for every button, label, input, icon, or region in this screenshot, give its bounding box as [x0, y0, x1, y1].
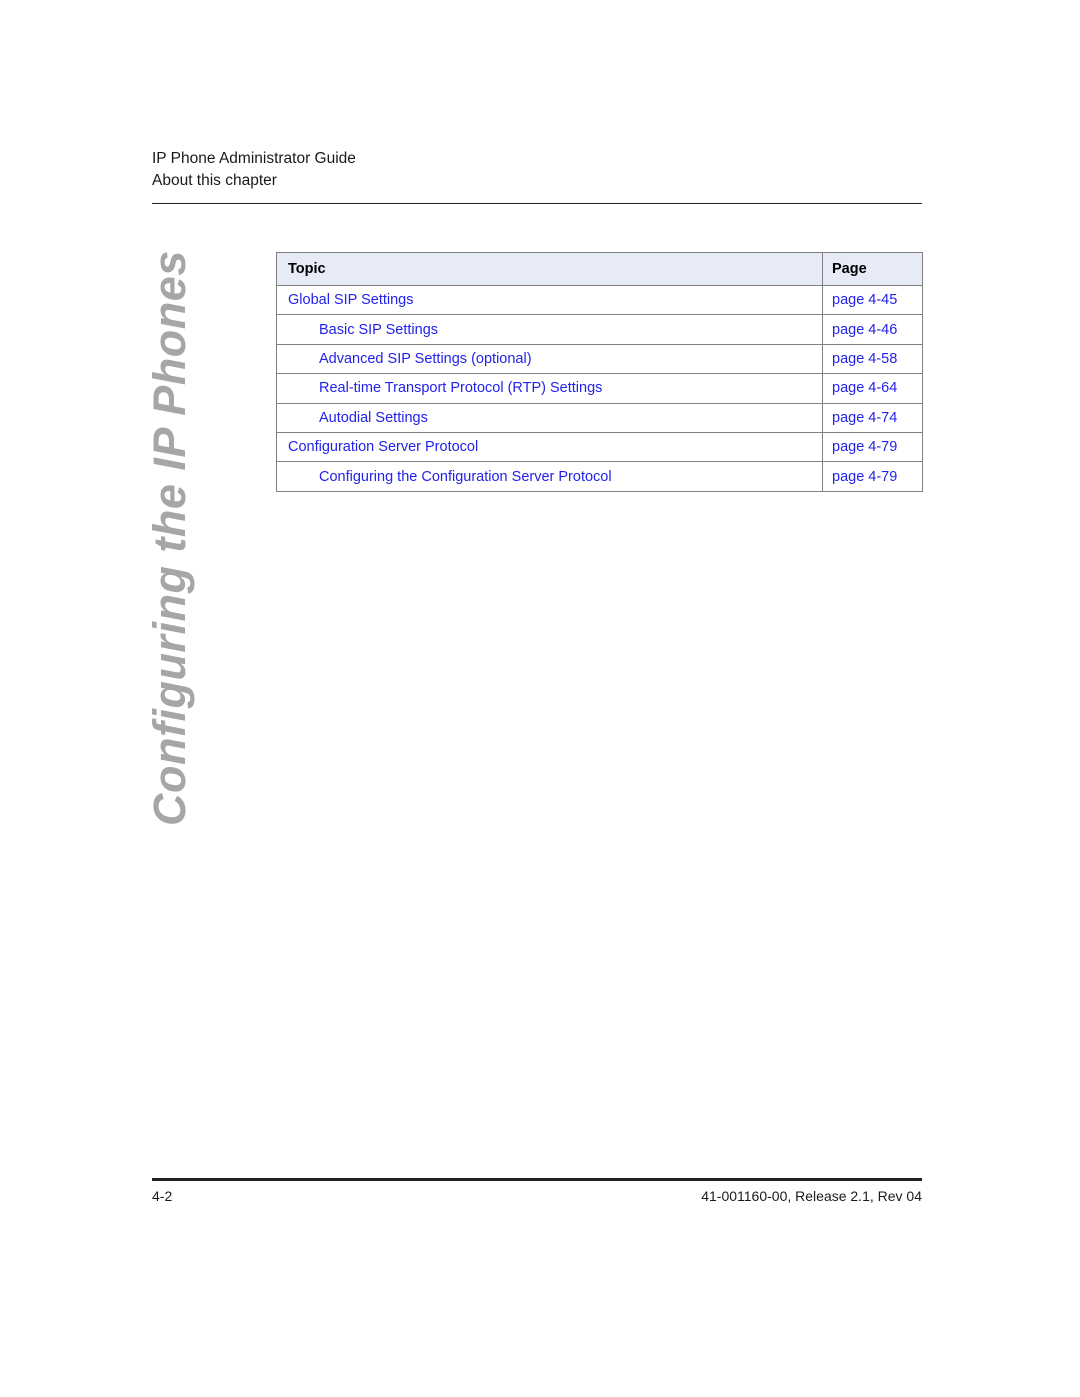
column-header-topic-label: Topic: [288, 261, 326, 277]
column-header-page-label: Page: [832, 261, 867, 277]
document-id: 41-001160-00, Release 2.1, Rev 04: [701, 1188, 922, 1204]
topic-cell: Global SIP Settings: [276, 284, 823, 316]
page-link[interactable]: page 4-45: [832, 292, 897, 308]
topic-link[interactable]: Basic SIP Settings: [319, 322, 438, 338]
guide-title: IP Phone Administrator Guide: [152, 150, 356, 167]
table-row: Configuration Server Protocol page 4-79: [276, 431, 923, 463]
section-title: About this chapter: [152, 172, 277, 189]
page-link[interactable]: page 4-46: [832, 322, 897, 338]
page-link[interactable]: page 4-79: [832, 469, 897, 485]
chapter-topics-table: Topic Page Global SIP Settings page 4-45 B…: [276, 252, 923, 492]
header-divider: [152, 203, 922, 204]
page-cell: page 4-64: [822, 373, 923, 404]
page-cell: page 4-79: [822, 461, 923, 492]
topic-link[interactable]: Advanced SIP Settings (optional): [319, 351, 532, 367]
topic-link[interactable]: Real-time Transport Protocol (RTP) Setti…: [319, 380, 602, 396]
table-row: Configuring the Configuration Server Pro…: [276, 461, 923, 492]
table-row: Advanced SIP Settings (optional) page 4-5…: [276, 343, 923, 375]
page-cell: page 4-79: [822, 431, 923, 463]
footer-divider: [152, 1178, 922, 1181]
chapter-tab-label: Configuring the IP Phones: [144, 250, 195, 826]
topic-cell: Real-time Transport Protocol (RTP) Setti…: [276, 373, 823, 404]
topic-cell: Autodial Settings: [276, 402, 823, 433]
topic-link[interactable]: Global SIP Settings: [288, 292, 413, 308]
table-row: Global SIP Settings page 4-45: [276, 284, 923, 316]
table-row: Basic SIP Settings page 4-46: [276, 314, 923, 345]
topic-link[interactable]: Configuration Server Protocol: [288, 439, 478, 455]
page-cell: page 4-74: [822, 402, 923, 433]
page-header: IP Phone Administrator Guide About this …: [152, 148, 922, 192]
page-link[interactable]: page 4-58: [832, 351, 897, 367]
table-row: Real-time Transport Protocol (RTP) Setti…: [276, 373, 923, 404]
topic-cell: Configuring the Configuration Server Pro…: [276, 461, 823, 492]
page-cell: page 4-58: [822, 343, 923, 375]
topic-link[interactable]: Autodial Settings: [319, 410, 428, 426]
page-link[interactable]: page 4-64: [832, 380, 897, 396]
column-header-topic: Topic: [276, 252, 823, 286]
page-number: 4-2: [152, 1188, 173, 1204]
page-footer: 4-2 41-001160-00, Release 2.1, Rev 04: [152, 1188, 922, 1204]
table-row: Autodial Settings page 4-74: [276, 402, 923, 433]
page-cell: page 4-45: [822, 284, 923, 316]
page-cell: page 4-46: [822, 314, 923, 345]
topic-cell: Configuration Server Protocol: [276, 431, 823, 463]
topic-link[interactable]: Configuring the Configuration Server Pro…: [319, 469, 612, 485]
topic-cell: Basic SIP Settings: [276, 314, 823, 345]
page-link[interactable]: page 4-79: [832, 439, 897, 455]
page-link[interactable]: page 4-74: [832, 410, 897, 426]
topic-cell: Advanced SIP Settings (optional): [276, 343, 823, 375]
table-header-row: Topic Page: [276, 252, 923, 286]
column-header-page: Page: [822, 252, 923, 286]
table-body: Global SIP Settings page 4-45 Basic SIP Se…: [276, 284, 923, 492]
